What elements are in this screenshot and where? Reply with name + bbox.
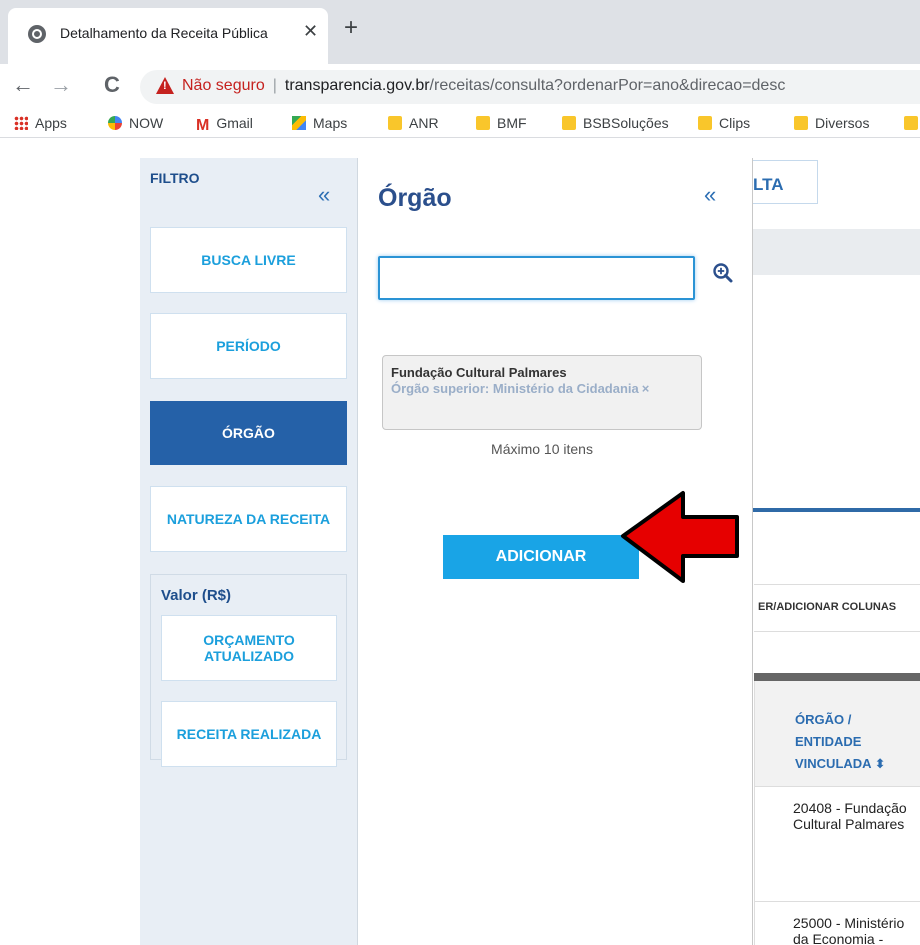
folder-icon <box>388 116 402 130</box>
bookmark-now[interactable]: NOW <box>108 115 163 131</box>
selected-orgao-chip: Fundação Cultural Palmares Órgão superio… <box>382 355 702 430</box>
chip-name: Fundação Cultural Palmares <box>391 365 567 380</box>
add-button[interactable]: ADICIONAR <box>443 535 639 579</box>
url-path: /receitas/consulta?ordenarPor=ano&direca… <box>429 77 786 94</box>
folder-icon <box>476 116 490 130</box>
page-content: LTA ER/ADICIONAR COLUNAS ÓRGÃO / ENTIDAD… <box>0 139 920 945</box>
bookmark-gmail[interactable]: M Gmail <box>196 115 253 135</box>
url-separator: | <box>272 77 277 94</box>
new-tab-button[interactable]: + <box>344 14 358 42</box>
table-row: 20408 - Fundação Cultural Palmares <box>754 786 920 901</box>
forward-icon[interactable]: → <box>50 72 72 98</box>
folder-icon <box>794 116 808 130</box>
gmail-icon: M <box>196 117 210 134</box>
maps-icon <box>292 116 306 130</box>
table-row: 25000 - Ministério da Economia - Unidade… <box>754 901 920 945</box>
filter-collapse-icon[interactable]: « <box>318 184 330 206</box>
folder-icon <box>562 116 576 130</box>
bookmark-bsbsolucoes[interactable]: BSBSoluções <box>562 115 669 131</box>
bookmark-bmf[interactable]: BMF <box>476 115 527 131</box>
apps-icon <box>14 116 28 130</box>
bookmark-clips[interactable]: Clips <box>698 115 750 131</box>
filter-periodo[interactable]: PERÍODO <box>150 313 347 379</box>
results-table: ÓRGÃO / ENTIDADE VINCULADA ⬍ 20408 - Fun… <box>754 681 920 945</box>
security-label[interactable]: Não seguro <box>182 77 265 94</box>
tab-title: Detalhamento da Receita Pública <box>60 25 268 41</box>
browser-tabstrip: Detalhamento da Receita Pública ✕ + <box>0 0 920 64</box>
filter-orgao[interactable]: ÓRGÃO <box>150 401 347 465</box>
filter-sidebar: FILTRO « BUSCA LIVRE PERÍODO ÓRGÃO NATUR… <box>140 158 358 945</box>
filter-title: FILTRO <box>150 170 200 186</box>
panel-collapse-icon[interactable]: « <box>704 184 716 206</box>
globe-icon <box>28 25 46 43</box>
warning-icon[interactable] <box>156 77 174 94</box>
table-scrollbar[interactable] <box>754 673 920 681</box>
bookmark-apps[interactable]: Apps <box>14 115 67 131</box>
bookmark-overflow[interactable] <box>904 115 920 131</box>
chart-line <box>740 508 920 512</box>
bookmark-diversos[interactable]: Diversos <box>794 115 869 131</box>
filter-natureza-receita[interactable]: NATUREZA DA RECEITA <box>150 486 347 552</box>
now-icon <box>108 116 122 130</box>
tab-close-icon[interactable]: ✕ <box>303 21 318 42</box>
folder-icon <box>698 116 712 130</box>
results-header-bar <box>752 229 920 275</box>
max-items-note: Máximo 10 itens <box>491 441 593 457</box>
browser-tab[interactable]: Detalhamento da Receita Pública ✕ <box>8 8 328 64</box>
address-bar[interactable]: Não seguro | transparencia.gov.br/receitas… <box>140 70 920 104</box>
back-icon[interactable]: ← <box>12 72 34 98</box>
red-arrow-annotation <box>621 491 739 583</box>
folder-icon <box>904 116 918 130</box>
url-host: transparencia.gov.br <box>284 77 430 94</box>
bookmarks-bar: Apps NOW M Gmail Maps ANR BMF BSBSoluções… <box>0 110 920 138</box>
reload-icon[interactable]: C <box>104 72 120 98</box>
valor-title: Valor (R$) <box>161 587 232 604</box>
browser-toolbar: ← → C Não seguro | transparencia.gov.br/re… <box>0 64 920 110</box>
filter-receita-realizada[interactable]: RECEITA REALIZADA <box>161 701 337 767</box>
zoom-in-icon[interactable] <box>712 262 734 284</box>
bookmark-anr[interactable]: ANR <box>388 115 439 131</box>
panel-title: Órgão <box>378 184 452 212</box>
valor-section: Valor (R$) ORÇAMENTO ATUALIZADO RECEITA … <box>150 574 347 767</box>
chip-subtitle: Órgão superior: Ministério da Cidadania <box>391 381 639 396</box>
orgao-search-input[interactable] <box>378 256 695 300</box>
bookmark-maps[interactable]: Maps <box>292 115 347 131</box>
filter-orcamento-atualizado[interactable]: ORÇAMENTO ATUALIZADO <box>161 615 337 681</box>
table-header-orgao[interactable]: ÓRGÃO / ENTIDADE VINCULADA ⬍ <box>754 681 920 786</box>
filter-busca-livre[interactable]: BUSCA LIVRE <box>150 227 347 293</box>
add-columns-link[interactable]: ER/ADICIONAR COLUNAS <box>754 584 920 632</box>
remove-chip-icon[interactable]: × <box>642 381 650 396</box>
